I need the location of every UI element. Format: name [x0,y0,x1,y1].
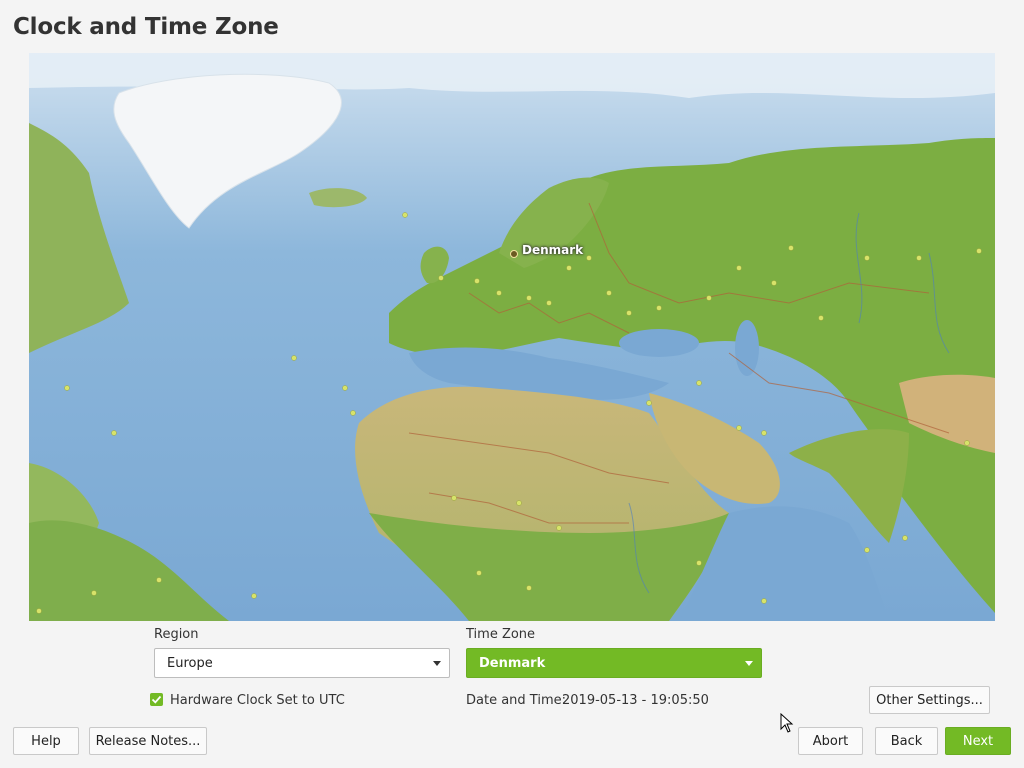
date-time-value: 2019-05-13 - 19:05:50 [562,693,709,708]
abort-button[interactable]: Abort [798,727,863,755]
time-zone-label: Time Zone [466,627,536,642]
checkmark-icon [151,695,162,704]
hardware-clock-label[interactable]: Hardware Clock Set to UTC [170,693,345,708]
time-zone-value: Denmark [479,655,546,671]
mouse-cursor-icon [780,713,794,733]
next-button[interactable]: Next [945,727,1011,755]
map-selected-label: Denmark [522,243,584,257]
date-time-label: Date and Time: [466,693,566,708]
chevron-down-icon [433,661,441,666]
back-button[interactable]: Back [875,727,938,755]
page-title: Clock and Time Zone [13,14,279,40]
hardware-clock-checkbox[interactable] [150,693,163,706]
time-zone-select[interactable]: Denmark [466,648,762,678]
world-map-graphic [29,53,995,621]
help-button[interactable]: Help [13,727,79,755]
time-zone-map[interactable]: Denmark [29,53,995,621]
region-label: Region [154,627,199,642]
chevron-down-icon [745,661,753,666]
region-value: Europe [167,655,213,671]
other-settings-button[interactable]: Other Settings... [869,686,990,714]
release-notes-button[interactable]: Release Notes... [89,727,207,755]
region-select[interactable]: Europe [154,648,450,678]
